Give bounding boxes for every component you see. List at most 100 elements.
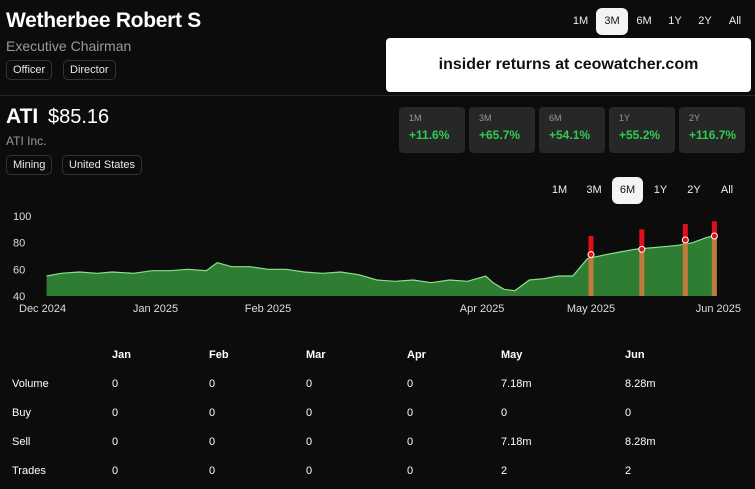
top-range-1m[interactable]: 1M [565,8,596,35]
table-cell: 0 [209,377,216,390]
table-cell: 8.28m [625,377,656,390]
chart-range-all[interactable]: All [710,177,744,204]
top-range-3m[interactable]: 3M [596,8,628,35]
table-cell: 7.18m [501,377,532,390]
table-header-row: Jan Feb Mar Apr May Jun [0,340,755,369]
table-cell: 0 [501,406,508,419]
stock-ticker: ATI [6,105,39,128]
x-tick-label: May 2025 [567,303,615,315]
top-range-6m[interactable]: 6M [628,8,660,35]
table-header-cell [0,340,112,369]
trade-volume-bar [711,236,717,296]
role-tag-officer: Officer [6,60,53,80]
trade-volume-bar [639,249,645,296]
return-value: +11.6% [409,128,450,142]
table-row: Trades 0 0 0 0 2 2 [0,456,755,485]
table-cell: 7.18m [501,435,532,448]
table-cell: 0 [112,464,119,477]
trade-volume-bar [588,254,594,296]
table-cell: 0 [209,464,216,477]
trade-point [638,245,646,253]
x-tick-label: Feb 2025 [245,303,291,315]
x-tick-label: Apr 2025 [460,303,505,315]
table-cell: 0 [306,435,313,448]
return-value: +55.2% [619,128,661,142]
monthly-stats-table: Jan Feb Mar Apr May Jun Volume 0 0 0 0 7.18m 8… [0,340,755,485]
table-row: Buy 0 0 0 0 0 0 [0,398,755,427]
table-header-cell: Mar [306,348,326,361]
stock-price: $85.16 [48,106,110,128]
return-card-1m: 1M +11.6% [399,107,465,153]
table-row: Volume 0 0 0 0 7.18m 8.28m [0,369,755,398]
trade-point [681,236,689,244]
row-label: Buy [12,406,31,419]
return-period: 3M [479,113,492,123]
insider-name: Wetherbee Robert S [6,9,201,32]
country-tag: United States [62,155,143,175]
return-card-2y: 2Y +116.7% [679,107,745,153]
table-cell: 0 [209,406,216,419]
top-range-2y[interactable]: 2Y [690,8,720,35]
chart-range-selector: 1M 3M 6M 1Y 2Y All [543,177,744,204]
insider-title: Executive Chairman [6,38,132,54]
chart-range-6m[interactable]: 6M [612,177,643,204]
chart-range-1y[interactable]: 1Y [643,177,678,204]
table-header-cell: Feb [209,348,229,361]
return-period: 1M [409,113,422,123]
promo-banner[interactable]: insider returns at ceowatcher.com [386,38,751,92]
row-label: Trades [12,464,46,477]
sector-tag: Mining [6,155,53,175]
top-range-all[interactable]: All [720,8,750,35]
row-label: Volume [12,377,49,390]
table-cell: 0 [407,435,414,448]
return-period: 2Y [689,113,701,123]
y-tick-label: 60 [13,264,25,276]
table-cell: 0 [407,464,414,477]
divider [0,95,755,96]
table-cell: 0 [112,435,119,448]
table-cell: 0 [306,464,313,477]
table-cell: 0 [112,377,119,390]
table-header-cell: May [501,348,523,361]
chart-range-2y[interactable]: 2Y [678,177,710,204]
chart-range-1m[interactable]: 1M [543,177,576,204]
table-header-cell: Jan [112,348,131,361]
y-tick-label: 80 [13,238,25,250]
table-header-cell: Jun [625,348,645,361]
table-cell: 0 [306,377,313,390]
return-value: +116.7% [689,128,737,142]
table-cell: 0 [112,406,119,419]
return-period: 6M [549,113,562,123]
return-value: +54.1% [549,128,591,142]
table-cell: 0 [306,406,313,419]
return-card-6m: 6M +54.1% [539,107,605,153]
y-axis: 100 80 60 40 [13,211,31,303]
table-cell: 0 [407,406,414,419]
chart-range-3m[interactable]: 3M [576,177,612,204]
x-tick-label: Dec 2024 [19,303,66,315]
top-range-1y[interactable]: 1Y [660,8,690,35]
table-cell: 2 [625,464,632,477]
y-tick-label: 100 [13,211,31,223]
company-name: ATI Inc. [6,134,47,148]
x-axis: Dec 2024 Jan 2025 Feb 2025 Apr 2025 May 2025… [19,303,741,315]
table-cell: 8.28m [625,435,656,448]
price-chart[interactable]: 100 80 60 40 Dec 2024 Jan 2025 Feb 2025 Apr 20… [0,205,755,317]
table-cell: 0 [625,406,632,419]
price-area [46,236,715,296]
row-label: Sell [12,435,31,448]
role-tag-director: Director [63,60,116,80]
return-card-3m: 3M +65.7% [469,107,535,153]
return-period: 1Y [619,113,631,123]
trade-point [710,232,718,240]
x-tick-label: Jun 2025 [696,303,741,315]
trade-volume-bar [682,240,688,296]
table-cell: 0 [209,435,216,448]
x-tick-label: Jan 2025 [133,303,178,315]
table-cell: 0 [407,377,414,390]
table-header-cell: Apr [407,348,426,361]
y-tick-label: 40 [13,291,25,303]
top-range-selector: 1M 3M 6M 1Y 2Y All [565,8,750,35]
table-cell: 2 [501,464,508,477]
table-row: Sell 0 0 0 0 7.18m 8.28m [0,427,755,456]
